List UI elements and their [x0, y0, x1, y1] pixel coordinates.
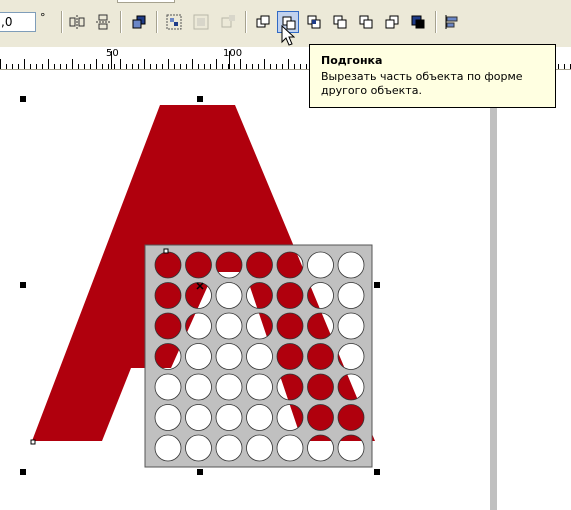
- tooltip-text: Вырезать часть объекта по форме другого …: [321, 70, 523, 97]
- node-handle[interactable]: [30, 439, 36, 445]
- selection-handle-top[interactable]: [197, 96, 203, 102]
- tooltip-title: Подгонка: [321, 54, 383, 67]
- node-handle[interactable]: [163, 248, 169, 254]
- circle-grid-object[interactable]: [144, 244, 373, 468]
- selection-handle-right[interactable]: [374, 282, 380, 288]
- selection-handle-bottom[interactable]: [197, 469, 203, 475]
- selection-handle-top-left[interactable]: [20, 96, 26, 102]
- selection-handle-bottom-left[interactable]: [20, 469, 26, 475]
- selection-handle-left[interactable]: [20, 282, 26, 288]
- selection-handle-bottom-right[interactable]: [374, 469, 380, 475]
- tooltip: Подгонка Вырезать часть объекта по форме…: [309, 44, 556, 108]
- cursor-arrow-icon: [281, 25, 295, 46]
